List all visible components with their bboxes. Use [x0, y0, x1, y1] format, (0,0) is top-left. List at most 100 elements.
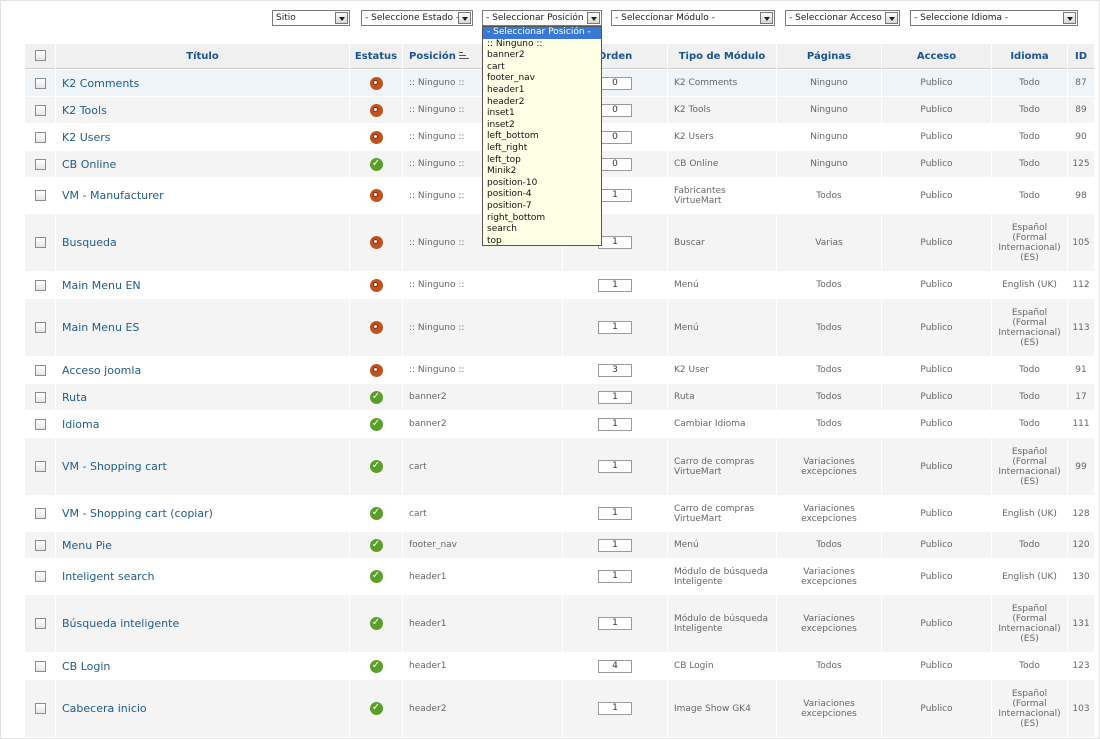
module-title-link[interactable]: Busqueda — [56, 214, 349, 271]
position-option[interactable]: position-4 — [483, 189, 601, 201]
access-cell[interactable]: Publico — [882, 272, 991, 298]
published-icon[interactable] — [369, 569, 383, 583]
order-input[interactable]: 1 — [598, 321, 632, 334]
order-input[interactable]: 1 — [598, 507, 632, 520]
unpublished-icon[interactable] — [369, 363, 383, 377]
language-column-header[interactable]: Idioma — [992, 44, 1067, 69]
access-cell[interactable]: Publico — [882, 532, 991, 558]
row-checkbox[interactable] — [34, 618, 46, 629]
published-icon[interactable] — [369, 616, 383, 630]
published-icon[interactable] — [369, 659, 383, 673]
access-cell[interactable]: Publico — [882, 411, 991, 437]
module-title-link[interactable]: VM - Manufacturer — [56, 178, 349, 213]
table-row[interactable]: VM - Shopping cart cart 1 Carro de compras … — [25, 438, 1094, 495]
position-option[interactable]: cart — [483, 62, 601, 74]
client-filter-select[interactable]: Sitio — [272, 10, 350, 26]
access-cell[interactable]: Publico — [882, 299, 991, 356]
position-option[interactable]: banner2 — [483, 50, 601, 62]
access-cell[interactable]: Publico — [882, 680, 991, 737]
module-title-link[interactable]: CB Online — [56, 151, 349, 177]
state-filter-select[interactable]: - Seleccione Estado - — [361, 10, 473, 26]
row-checkbox[interactable] — [34, 461, 46, 472]
table-row[interactable]: Cabecera inicio header2 1 Image Show GK4Var… — [25, 680, 1094, 737]
order-input[interactable]: 3 — [598, 363, 632, 377]
position-option[interactable]: right_bottom — [483, 213, 601, 225]
type-column-header[interactable]: Tipo de Módulo — [668, 44, 776, 69]
position-filter-select[interactable]: - Seleccionar Posición - — [482, 10, 602, 26]
module-title-link[interactable]: Inteligent search — [56, 559, 349, 594]
position-option[interactable]: left_bottom — [483, 131, 601, 143]
status-column-header[interactable]: Estatus — [350, 44, 402, 69]
published-icon[interactable] — [369, 417, 383, 431]
row-checkbox[interactable] — [34, 279, 46, 291]
row-checkbox[interactable] — [34, 508, 46, 519]
access-cell[interactable]: Publico — [882, 438, 991, 495]
position-option[interactable]: inset1 — [483, 108, 601, 120]
module-title-link[interactable]: Cabecera inicio — [56, 680, 349, 737]
position-option[interactable]: Minik2 — [483, 166, 601, 178]
access-cell[interactable]: Publico — [882, 384, 991, 410]
row-checkbox[interactable] — [34, 190, 46, 201]
table-row[interactable]: Inteligent search header1 1 Módulo de búsqu… — [25, 559, 1094, 594]
access-cell[interactable]: Publico — [882, 357, 991, 383]
module-title-link[interactable]: Main Menu ES — [56, 299, 349, 356]
order-input[interactable]: 1 — [598, 702, 632, 715]
position-option[interactable]: top — [483, 236, 601, 248]
table-row[interactable]: Main Menu EN:: Ninguno :: 1 Menú Todos Publi… — [25, 272, 1094, 298]
module-title-link[interactable]: K2 Tools — [56, 97, 349, 123]
table-row[interactable]: Main Menu ES:: Ninguno :: 1 Menú Todos Publi… — [25, 299, 1094, 356]
module-filter-select[interactable]: - Seleccionar Módulo - — [611, 10, 775, 26]
order-input[interactable]: 4 — [598, 659, 632, 673]
position-option-selected[interactable]: - Seleccionar Posición - — [483, 27, 601, 39]
unpublished-icon[interactable] — [369, 130, 383, 144]
table-row[interactable]: Menu Pie footer_nav 1 MenúTodosPublicoTodo1… — [25, 532, 1094, 558]
published-icon[interactable] — [369, 459, 383, 473]
row-checkbox[interactable] — [34, 703, 46, 714]
unpublished-icon[interactable] — [369, 321, 383, 334]
table-row[interactable]: Búsqueda inteligente header1 1 Módulo de bú… — [25, 595, 1094, 652]
position-option[interactable]: position-7 — [483, 201, 601, 213]
position-option[interactable]: :: Ninguno :: — [483, 39, 601, 51]
module-title-link[interactable]: Ruta — [56, 384, 349, 410]
unpublished-icon[interactable] — [369, 189, 383, 202]
module-title-link[interactable]: VM - Shopping cart (copiar) — [56, 496, 349, 531]
row-checkbox[interactable] — [34, 77, 46, 89]
row-checkbox[interactable] — [34, 158, 46, 170]
order-input[interactable]: 0 — [598, 130, 632, 144]
access-cell[interactable]: Publico — [882, 653, 991, 679]
row-checkbox[interactable] — [34, 237, 46, 248]
access-cell[interactable]: Publico — [882, 559, 991, 594]
row-checkbox[interactable] — [34, 131, 46, 143]
access-cell[interactable]: Publico — [882, 178, 991, 213]
published-icon[interactable] — [369, 157, 383, 171]
access-cell[interactable]: Publico — [882, 214, 991, 271]
published-icon[interactable] — [369, 390, 383, 404]
position-option[interactable]: left_right — [483, 143, 601, 155]
position-option[interactable]: position-10 — [483, 178, 601, 190]
access-cell[interactable]: Publico — [882, 595, 991, 652]
unpublished-icon[interactable] — [369, 103, 383, 117]
unpublished-icon[interactable] — [369, 76, 383, 90]
unpublished-icon[interactable] — [369, 236, 383, 249]
module-title-link[interactable]: Idioma — [56, 411, 349, 437]
position-option[interactable]: inset2 — [483, 120, 601, 132]
module-title-link[interactable]: Acceso joomla — [56, 357, 349, 383]
order-input[interactable]: 1 — [598, 570, 632, 583]
order-input[interactable]: 1 — [598, 390, 632, 404]
row-checkbox[interactable] — [34, 322, 46, 333]
position-option[interactable]: header2 — [483, 97, 601, 109]
order-input[interactable]: 0 — [598, 76, 632, 90]
access-column-header[interactable]: Acceso — [882, 44, 991, 69]
published-icon[interactable] — [369, 701, 383, 715]
row-checkbox[interactable] — [34, 571, 46, 582]
order-input[interactable]: 1 — [598, 460, 632, 473]
module-title-link[interactable]: CB Login — [56, 653, 349, 679]
unpublished-icon[interactable] — [369, 278, 383, 292]
id-column-header[interactable]: ID — [1068, 44, 1094, 69]
module-title-link[interactable]: Main Menu EN — [56, 272, 349, 298]
table-row[interactable]: CB Login header1 4 CB Login Todos Publico Todo… — [25, 653, 1094, 679]
title-column-header[interactable]: Título — [56, 44, 349, 69]
order-input[interactable]: 1 — [598, 189, 632, 202]
access-cell[interactable]: Publico — [882, 70, 991, 96]
access-filter-select[interactable]: - Seleccionar Acceso - — [785, 10, 900, 26]
